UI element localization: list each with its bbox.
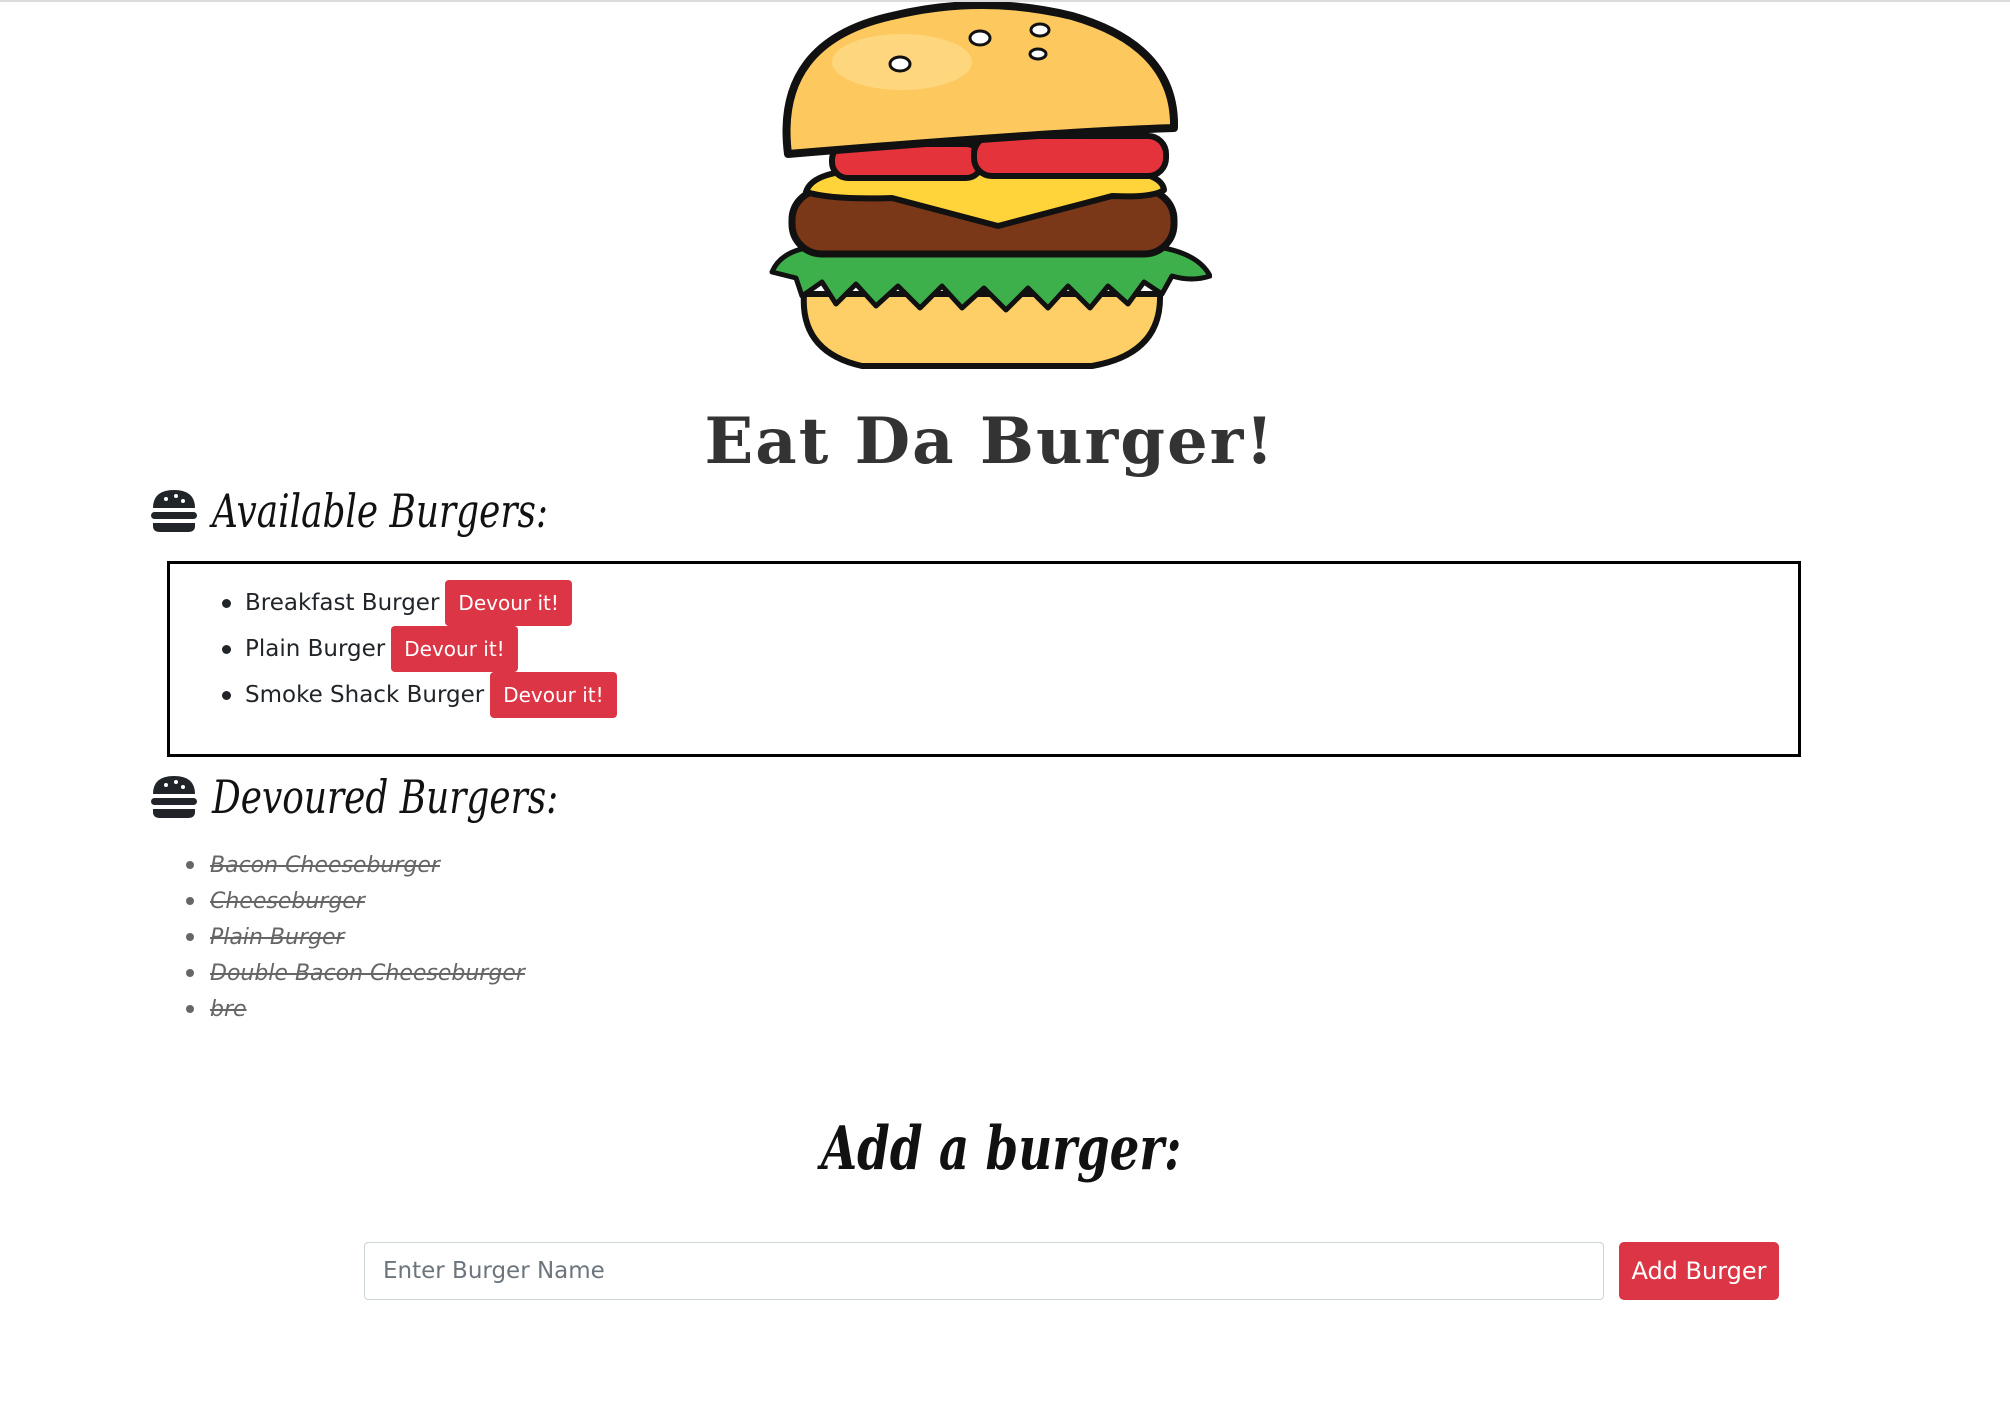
available-burgers-heading: Available Burgers: (150, 484, 643, 538)
devoured-burger-name: Bacon Cheeseburger (210, 852, 440, 878)
add-burger-button[interactable]: Add Burger (1619, 1242, 1779, 1300)
list-item: Smoke Shack Burger Devour it! (222, 672, 617, 718)
devoured-heading-text: Devoured Burgers: (212, 770, 559, 824)
burger-name: Smoke Shack Burger (245, 682, 485, 708)
burger-illustration (769, 2, 1212, 369)
available-burgers-list: Breakfast Burger Devour it! Plain Burger… (222, 580, 617, 718)
burger-icon (151, 776, 197, 818)
list-item: Bacon Cheeseburger (186, 847, 525, 883)
burger-icon (151, 490, 197, 532)
bullet (186, 969, 194, 977)
bullet (222, 644, 231, 654)
devoured-burger-name: Cheeseburger (210, 888, 365, 914)
list-item: Plain Burger (186, 919, 525, 955)
burger-name-input[interactable] (364, 1242, 1604, 1300)
list-item: bre (186, 991, 525, 1027)
burger-name: Breakfast Burger (245, 590, 440, 616)
devoured-burger-name: Double Bacon Cheeseburger (210, 960, 525, 986)
available-burgers-panel: Breakfast Burger Devour it! Plain Burger… (167, 561, 1801, 757)
devoured-burgers-list: Bacon Cheeseburger Cheeseburger Plain Bu… (186, 847, 525, 1027)
add-burger-heading: Add a burger: (770, 1114, 1190, 1184)
devour-button[interactable]: Devour it! (445, 580, 572, 626)
devoured-burger-name: Plain Burger (210, 924, 345, 950)
bullet (222, 598, 231, 608)
add-burger-heading-text: Add a burger: (820, 1114, 1182, 1184)
bullet (186, 1005, 194, 1013)
list-item: Double Bacon Cheeseburger (186, 955, 525, 991)
devour-button[interactable]: Devour it! (391, 626, 518, 672)
devoured-burgers-heading: Devoured Burgers: (150, 770, 656, 824)
list-item: Breakfast Burger Devour it! (222, 580, 617, 626)
bullet (186, 897, 194, 905)
bullet (186, 861, 194, 869)
bullet (186, 933, 194, 941)
list-item: Plain Burger Devour it! (222, 626, 617, 672)
available-heading-text: Available Burgers: (212, 484, 549, 538)
list-item: Cheeseburger (186, 883, 525, 919)
burger-name: Plain Burger (245, 636, 386, 662)
bullet (222, 690, 231, 700)
page-title: Eat Da Burger! (704, 404, 1276, 479)
devour-button[interactable]: Devour it! (490, 672, 617, 718)
devoured-burger-name: bre (210, 996, 247, 1022)
